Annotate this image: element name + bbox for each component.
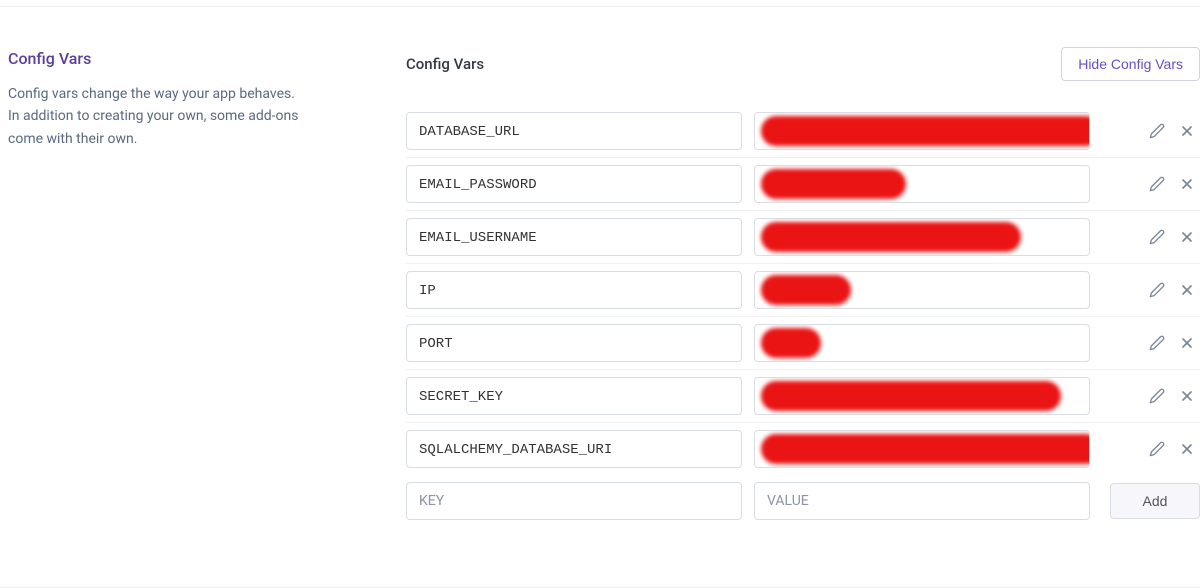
new-key-input[interactable] bbox=[406, 482, 742, 520]
close-icon[interactable] bbox=[1178, 387, 1196, 405]
config-vars-section: Config Vars Config vars change the way y… bbox=[0, 6, 1200, 588]
config-var-row: PORT bbox=[406, 317, 1200, 370]
config-var-key[interactable]: SQLALCHEMY_DATABASE_URI bbox=[406, 430, 742, 468]
hide-config-vars-button[interactable]: Hide Config Vars bbox=[1061, 47, 1200, 81]
close-icon[interactable] bbox=[1178, 122, 1196, 140]
close-icon[interactable] bbox=[1178, 228, 1196, 246]
config-var-value[interactable] bbox=[754, 218, 1090, 256]
config-var-key[interactable]: SECRET_KEY bbox=[406, 377, 742, 415]
config-var-value[interactable] bbox=[754, 271, 1090, 309]
sidebar-title: Config Vars bbox=[8, 47, 386, 71]
redacted-value bbox=[761, 116, 1090, 146]
sidebar: Config Vars Config vars change the way y… bbox=[0, 7, 406, 587]
config-var-key[interactable]: EMAIL_USERNAME bbox=[406, 218, 742, 256]
redacted-value bbox=[761, 434, 1090, 464]
config-var-value[interactable] bbox=[754, 430, 1090, 468]
config-var-row: EMAIL_USERNAME bbox=[406, 211, 1200, 264]
redacted-value bbox=[761, 275, 851, 305]
pencil-icon[interactable] bbox=[1148, 387, 1166, 405]
config-var-value[interactable] bbox=[754, 112, 1090, 150]
redacted-value bbox=[761, 222, 1021, 252]
new-value-input[interactable] bbox=[754, 482, 1090, 520]
config-var-row: SECRET_KEY bbox=[406, 370, 1200, 423]
pencil-icon[interactable] bbox=[1148, 281, 1166, 299]
pencil-icon[interactable] bbox=[1148, 228, 1166, 246]
config-var-value[interactable] bbox=[754, 377, 1090, 415]
close-icon[interactable] bbox=[1178, 175, 1196, 193]
config-var-list: DATABASE_URL EMAIL_PASSWORD EMAIL_USERNAME… bbox=[406, 105, 1200, 475]
config-var-key[interactable]: PORT bbox=[406, 324, 742, 362]
config-var-row: SQLALCHEMY_DATABASE_URI bbox=[406, 423, 1200, 475]
config-var-key[interactable]: EMAIL_PASSWORD bbox=[406, 165, 742, 203]
row-actions bbox=[1148, 228, 1200, 246]
config-var-key[interactable]: DATABASE_URL bbox=[406, 112, 742, 150]
config-var-row: IP bbox=[406, 264, 1200, 317]
row-actions bbox=[1148, 122, 1200, 140]
config-var-value[interactable] bbox=[754, 324, 1090, 362]
config-var-row: DATABASE_URL bbox=[406, 105, 1200, 158]
row-actions bbox=[1148, 440, 1200, 458]
pencil-icon[interactable] bbox=[1148, 334, 1166, 352]
pencil-icon[interactable] bbox=[1148, 175, 1166, 193]
config-var-value[interactable] bbox=[754, 165, 1090, 203]
redacted-value bbox=[761, 328, 821, 358]
add-button[interactable]: Add bbox=[1110, 483, 1200, 519]
row-actions bbox=[1148, 175, 1200, 193]
main-panel: Config Vars Hide Config Vars DATABASE_UR… bbox=[406, 7, 1200, 587]
close-icon[interactable] bbox=[1178, 281, 1196, 299]
new-config-var-row: Add bbox=[406, 475, 1200, 527]
redacted-value bbox=[761, 169, 906, 199]
close-icon[interactable] bbox=[1178, 334, 1196, 352]
main-heading: Config Vars bbox=[406, 53, 484, 76]
redacted-value bbox=[761, 381, 1061, 411]
row-actions bbox=[1148, 334, 1200, 352]
row-actions bbox=[1148, 281, 1200, 299]
pencil-icon[interactable] bbox=[1148, 122, 1166, 140]
row-actions bbox=[1148, 387, 1200, 405]
config-var-row: EMAIL_PASSWORD bbox=[406, 158, 1200, 211]
config-var-key[interactable]: IP bbox=[406, 271, 742, 309]
pencil-icon[interactable] bbox=[1148, 440, 1166, 458]
sidebar-description: Config vars change the way your app beha… bbox=[8, 83, 308, 150]
close-icon[interactable] bbox=[1178, 440, 1196, 458]
main-header: Config Vars Hide Config Vars bbox=[406, 47, 1200, 81]
